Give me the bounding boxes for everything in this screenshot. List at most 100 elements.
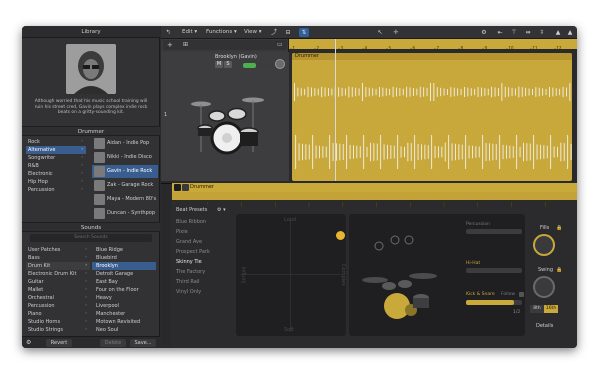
patch-item[interactable]: Motown Revisited [92, 318, 156, 326]
follow-checkbox[interactable] [519, 292, 524, 297]
patch-item-selected[interactable]: Brooklyn [92, 262, 156, 270]
preset-options-icon[interactable]: ⚙ ▾ [217, 207, 226, 213]
pointer-tool-icon[interactable]: ↖ [375, 28, 385, 37]
collapse-icon[interactable]: ▲ [565, 28, 575, 37]
editor-menu-icon[interactable] [174, 184, 181, 191]
preset-item[interactable]: Blue Ribbon [176, 217, 228, 227]
timeline-ruler[interactable]: 1 2 3 4 5 6 7 8 9 10 11 12 [289, 39, 577, 54]
patch-category[interactable]: Orchestral › [26, 294, 90, 302]
kick-snare-slider[interactable] [466, 300, 522, 305]
patch-item[interactable]: Four on the Floor [92, 286, 156, 294]
waveform-transient [529, 143, 531, 161]
track-row[interactable]: 1 Brooklyn (Gavin) M S [161, 52, 289, 181]
settings-icon[interactable]: ⚙ [479, 28, 489, 37]
waveform-transient [477, 86, 479, 98]
drummer-item[interactable]: Zak - Garage Rock [92, 179, 158, 192]
flex-icon[interactable]: ⊟ [283, 28, 293, 37]
xy-puck[interactable] [336, 231, 345, 240]
swing-knob[interactable] [533, 276, 555, 298]
drummer-region[interactable]: Drummer [292, 53, 572, 181]
patch-category[interactable]: Studio Strings › [26, 326, 90, 334]
region-icon[interactable] [182, 184, 189, 191]
patch-category[interactable]: User Patches › [26, 246, 90, 254]
fills-knob[interactable] [533, 234, 555, 256]
catch-icon[interactable]: ⇅ [299, 28, 309, 37]
track-header[interactable]: + ⊞ ▭ 1 Brooklyn (Gavin) M S [161, 39, 289, 181]
swing-lock-icon[interactable]: 🔒 [556, 267, 562, 273]
swing-8th-button[interactable]: 8th [530, 305, 544, 313]
genre-item[interactable]: R&B › [26, 162, 86, 170]
zoom-out-icon[interactable]: ⇤ [495, 28, 505, 37]
patch-category[interactable]: Bass › [26, 254, 90, 262]
patch-item[interactable]: Blue Ridge [92, 246, 156, 254]
xy-pad[interactable]: Loud Soft Simple Complex [236, 214, 346, 336]
preset-item[interactable]: Prospect Park [176, 247, 228, 257]
drummer-item-selected[interactable]: Gavin - Indie Rock [92, 165, 158, 178]
gear-icon[interactable]: ⚙ [26, 339, 40, 347]
patch-category[interactable]: Piano › [26, 310, 90, 318]
preset-item-selected[interactable]: Skinny Tie [176, 257, 228, 267]
back-arrow-icon[interactable]: ↰ [163, 28, 173, 37]
playhead[interactable] [335, 39, 336, 181]
functions-menu[interactable]: Functions ▾ [203, 28, 240, 37]
preset-item[interactable]: Vinyl Only [176, 287, 228, 297]
expand-icon[interactable]: ▲ [553, 28, 563, 37]
waveform-transient [322, 146, 324, 158]
patch-item[interactable]: Liverpool [92, 302, 156, 310]
patch-category[interactable]: Mallet › [26, 286, 90, 294]
preset-item[interactable]: The Factory [176, 267, 228, 277]
swing-16th-button[interactable]: 16th [544, 305, 558, 313]
hihat-slider[interactable] [466, 268, 522, 273]
waveform-transient [380, 135, 382, 169]
pencil-tool-icon[interactable]: ✛ [391, 28, 401, 37]
zoom-vertical-icon[interactable]: ⇳ [537, 28, 547, 37]
genre-item[interactable]: Percussion › [26, 186, 86, 194]
view-menu[interactable]: View ▾ [241, 28, 265, 37]
drummer-item[interactable]: Duncan - Synthpop [92, 207, 158, 220]
fills-lock-icon[interactable]: 🔒 [556, 225, 562, 231]
track-options-icon[interactable]: ⊞ [183, 40, 188, 50]
genre-item-selected[interactable]: Alternative › [26, 146, 86, 154]
genre-item[interactable]: Hip Hop › [26, 178, 86, 186]
genre-item[interactable]: Rock › [26, 138, 86, 146]
percussion-slider[interactable] [466, 229, 522, 234]
preset-item[interactable]: Grand Ave [176, 237, 228, 247]
zoom-horizontal-icon[interactable]: ⇹ [523, 28, 533, 37]
automation-icon[interactable]: ⤴ [269, 28, 279, 37]
drummer-item[interactable]: Aidan - Indie Pop [92, 137, 158, 150]
patch-category[interactable]: Electronic Drum Kit › [26, 270, 90, 278]
align-icon[interactable]: ⊤ [509, 28, 519, 37]
genre-item[interactable]: Electronic › [26, 170, 86, 178]
patch-item[interactable]: Neo Soul [92, 326, 156, 334]
editor-ruler[interactable]: 1 2 3 4 5 6 7 8 9 10 11 12 [172, 192, 577, 207]
save-button[interactable]: Save... [130, 339, 156, 347]
patch-item[interactable]: Bluebird [92, 254, 156, 262]
patch-category[interactable]: Percussion › [26, 302, 90, 310]
add-track-icon[interactable]: + [167, 40, 173, 50]
edit-menu[interactable]: Edit ▾ [179, 28, 200, 37]
waveform-transient [434, 145, 436, 159]
scroll-lock-icon[interactable]: ▭ [277, 40, 283, 50]
preset-item[interactable]: Pixie [176, 227, 228, 237]
genre-item[interactable]: Songwriter › [26, 154, 86, 162]
waveform-transient [511, 87, 513, 97]
solo-button[interactable]: S [224, 61, 232, 68]
preset-item[interactable]: Third Rail [176, 277, 228, 287]
drummer-item[interactable]: Nikki - Indie Disco [92, 151, 158, 164]
mute-button[interactable]: M [215, 61, 223, 68]
volume-slider[interactable] [243, 63, 271, 68]
revert-button[interactable]: Revert [46, 339, 72, 347]
patch-item[interactable]: Manchester [92, 310, 156, 318]
kit-diagram[interactable] [359, 224, 441, 324]
delete-button[interactable]: Delete [100, 339, 126, 347]
patch-item[interactable]: East Bay [92, 278, 156, 286]
patch-item[interactable]: Detroit Garage [92, 270, 156, 278]
drummer-item[interactable]: Maya - Modern 80's [92, 193, 158, 206]
patch-category[interactable]: Guitar › [26, 278, 90, 286]
patch-item[interactable]: Heavy [92, 294, 156, 302]
patch-category-selected[interactable]: Drum Kit › [26, 262, 90, 270]
patch-category[interactable]: Studio Horns › [26, 318, 90, 326]
details-button[interactable]: Details [536, 323, 553, 329]
sounds-search-input[interactable]: Search Sounds [30, 234, 152, 242]
pan-knob[interactable] [275, 59, 285, 69]
